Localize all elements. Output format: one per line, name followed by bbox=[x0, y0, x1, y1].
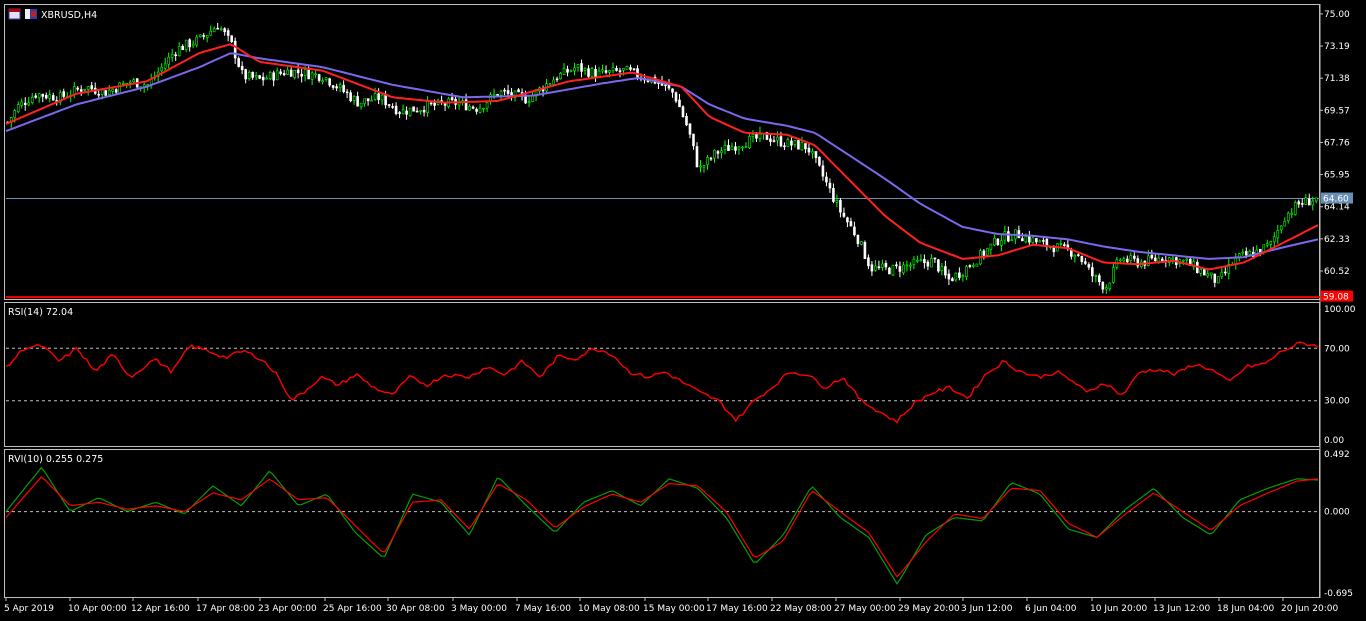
time-tick-label: 3 May 00:00 bbox=[451, 604, 507, 614]
time-tick-label: 10 Apr 00:00 bbox=[68, 604, 127, 614]
time-tick-label: 22 May 08:00 bbox=[770, 604, 832, 614]
time-tick-label: 6 Jun 04:00 bbox=[1025, 604, 1077, 614]
candle[interactable] bbox=[590, 66, 594, 78]
rvi-tick-label: 0.492 bbox=[1324, 450, 1350, 460]
time-tick-label: 10 Jun 20:00 bbox=[1090, 604, 1147, 614]
price-tick-label: 73.19 bbox=[1324, 42, 1350, 52]
rsi-tick-label: 30.00 bbox=[1324, 397, 1350, 407]
candle[interactable] bbox=[230, 35, 233, 44]
time-tick-label: 27 May 00:00 bbox=[834, 604, 896, 614]
time-tick-label: 20 Jun 20:00 bbox=[1281, 604, 1338, 614]
candle[interactable] bbox=[408, 107, 412, 117]
time-tick-label: 29 May 20:00 bbox=[898, 604, 960, 614]
time-tick-label: 13 Jun 12:00 bbox=[1153, 604, 1210, 614]
price-tick-label: 71.38 bbox=[1324, 74, 1350, 84]
price-tick-label: 69.57 bbox=[1324, 106, 1350, 116]
time-tick-label: 7 May 16:00 bbox=[515, 604, 571, 614]
chart-window[interactable]: 75.0073.1971.3869.5767.7665.9564.1462.33… bbox=[0, 0, 1366, 621]
candle[interactable] bbox=[888, 266, 891, 275]
time-tick-label: 10 May 08:00 bbox=[578, 604, 640, 614]
price-tick-label: 60.52 bbox=[1324, 267, 1350, 277]
price-tick-label: 67.76 bbox=[1324, 138, 1350, 148]
rvi-tick-label: 0.000 bbox=[1324, 508, 1350, 518]
candle[interactable] bbox=[863, 240, 867, 260]
time-tick-label: 15 May 00:00 bbox=[643, 604, 705, 614]
time-tick-label: 23 Apr 00:00 bbox=[258, 604, 317, 614]
candle[interactable] bbox=[118, 81, 122, 94]
candle[interactable] bbox=[891, 264, 895, 277]
candle[interactable] bbox=[797, 139, 800, 150]
candle[interactable] bbox=[937, 258, 940, 273]
rvi-title: RVI(10) 0.255 0.275 bbox=[8, 454, 103, 465]
candle[interactable] bbox=[1293, 200, 1297, 216]
candle[interactable] bbox=[412, 106, 415, 112]
candle[interactable] bbox=[996, 238, 1000, 246]
candle[interactable] bbox=[268, 70, 272, 81]
rsi-tick-label: 100.00 bbox=[1324, 305, 1356, 315]
time-tick-label: 5 Apr 2019 bbox=[4, 604, 54, 614]
candle[interactable] bbox=[818, 156, 821, 167]
candle[interactable] bbox=[625, 65, 629, 70]
symbol-flag-icon bbox=[25, 9, 37, 19]
price-tick-label: 65.95 bbox=[1324, 171, 1350, 181]
rsi-tick-label: 70.00 bbox=[1324, 344, 1350, 354]
candle[interactable] bbox=[681, 105, 685, 118]
svg-text:59.08: 59.08 bbox=[1323, 293, 1349, 303]
candle[interactable] bbox=[258, 75, 261, 80]
rsi-tick-label: 0.00 bbox=[1324, 436, 1344, 446]
time-tick-label: 30 Apr 08:00 bbox=[386, 604, 445, 614]
price-tick-label: 75.00 bbox=[1324, 10, 1350, 20]
svg-text:64.60: 64.60 bbox=[1323, 195, 1349, 205]
candle[interactable] bbox=[104, 90, 108, 96]
time-tick-label: 25 Apr 16:00 bbox=[323, 604, 382, 614]
chart-window-icon bbox=[8, 8, 21, 20]
candle[interactable] bbox=[1216, 276, 1220, 284]
rsi-title: RSI(14) 72.04 bbox=[8, 307, 73, 318]
candle[interactable] bbox=[975, 263, 979, 267]
candle[interactable] bbox=[559, 71, 562, 80]
symbol-title: XBRUSD,H4 bbox=[41, 10, 97, 21]
level-price-tag: 59.08 bbox=[1321, 290, 1353, 303]
time-tick-label: 3 Jun 12:00 bbox=[961, 604, 1013, 614]
time-tick-label: 17 Apr 08:00 bbox=[196, 604, 255, 614]
rvi-tick-label: -0.695 bbox=[1324, 589, 1353, 599]
bid-price-tag: 64.60 bbox=[1321, 192, 1353, 205]
time-tick-label: 17 May 16:00 bbox=[706, 604, 768, 614]
price-tick-label: 62.33 bbox=[1324, 235, 1350, 245]
time-tick-label: 12 Apr 16:00 bbox=[131, 604, 190, 614]
time-tick-label: 18 Jun 04:00 bbox=[1217, 604, 1274, 614]
